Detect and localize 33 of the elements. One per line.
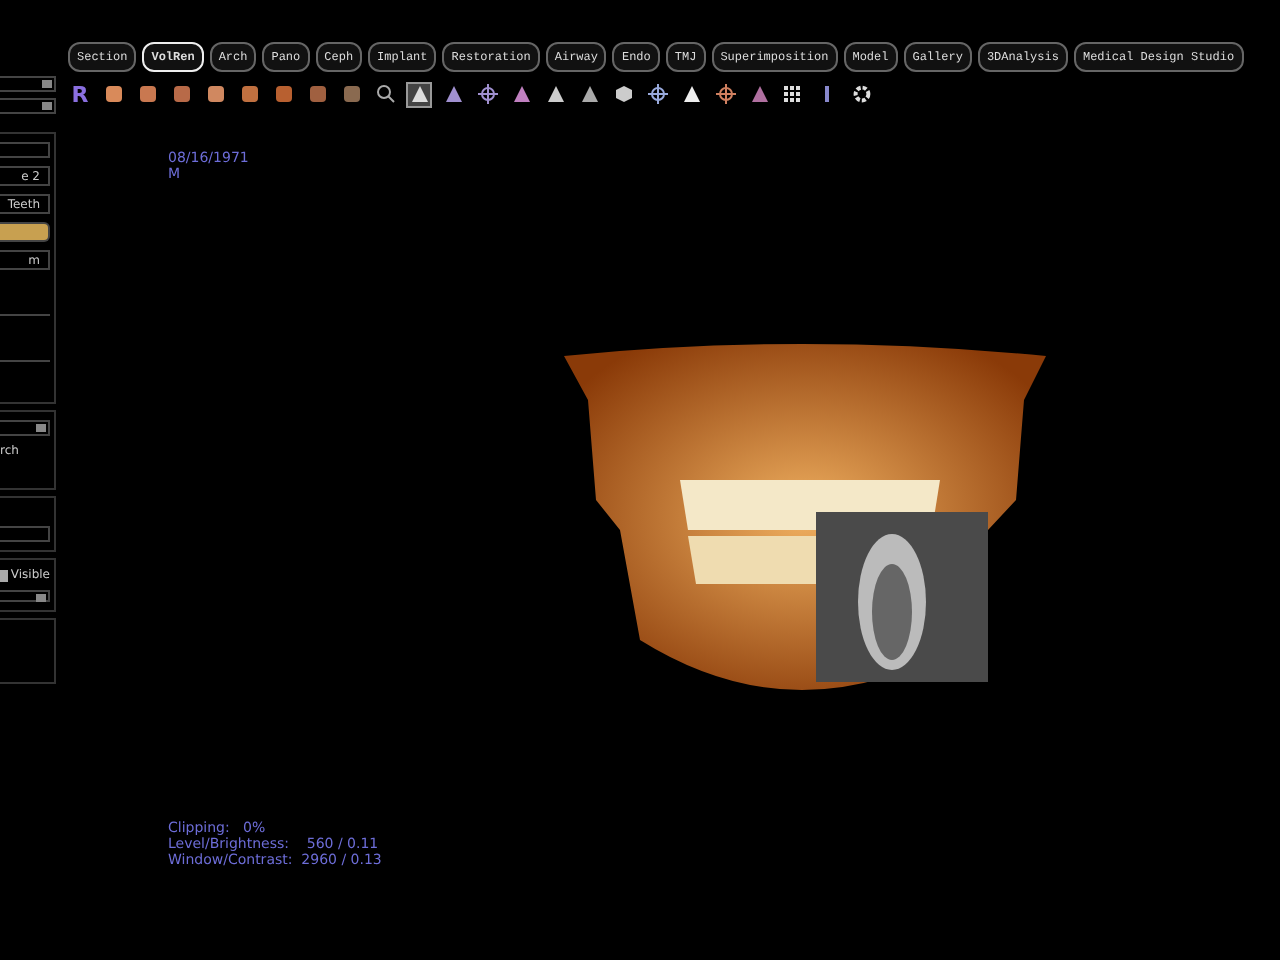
toolbar-button[interactable] <box>508 81 534 107</box>
panel <box>0 618 56 684</box>
settings-icon <box>851 84 871 104</box>
crosshair-icon <box>477 84 497 104</box>
toolbar-button[interactable] <box>712 81 738 107</box>
magnifier-icon <box>375 84 395 104</box>
toolbar-button[interactable] <box>100 81 126 107</box>
dropdown[interactable] <box>0 420 50 436</box>
toolbar-button[interactable] <box>440 81 466 107</box>
toolbar-button[interactable] <box>406 81 432 107</box>
crosshair-icon <box>647 84 667 104</box>
toolbar-button[interactable] <box>678 81 704 107</box>
toolbar-button[interactable] <box>134 81 160 107</box>
toolbar-button[interactable] <box>610 81 636 107</box>
toolbar-button[interactable] <box>202 81 228 107</box>
toolbar-button[interactable] <box>372 81 398 107</box>
dropdown[interactable] <box>0 98 56 114</box>
checkbox[interactable] <box>0 569 9 581</box>
toolbar-button[interactable] <box>576 81 602 107</box>
toolbar-button[interactable] <box>542 81 568 107</box>
list-item[interactable] <box>0 222 50 242</box>
crosshair-icon <box>715 84 735 104</box>
grid-icon <box>784 85 802 103</box>
dropdown[interactable] <box>0 76 56 92</box>
toolbar-button[interactable] <box>848 81 874 107</box>
cube-icon <box>613 84 633 104</box>
dropdown[interactable] <box>0 590 50 602</box>
toolbar-button[interactable] <box>780 81 806 107</box>
toolbar-button[interactable] <box>644 81 670 107</box>
toolbar-button[interactable] <box>474 81 500 107</box>
input-field[interactable] <box>0 526 50 542</box>
bar-icon <box>824 84 830 104</box>
reset-button[interactable]: R <box>68 81 92 107</box>
